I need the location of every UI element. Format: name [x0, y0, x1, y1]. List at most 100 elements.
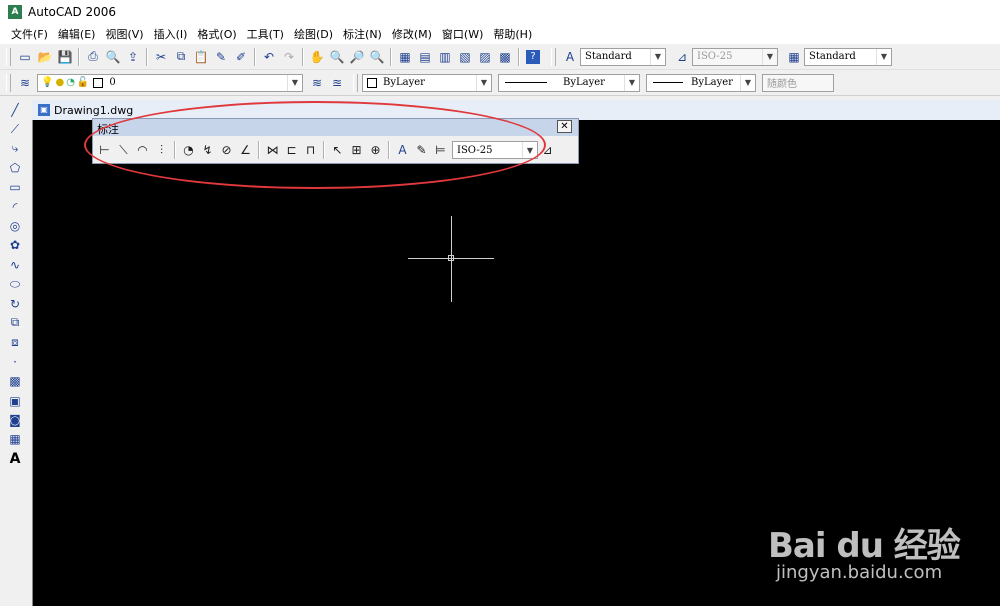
- menu-modify[interactable]: 修改(M): [387, 26, 437, 42]
- point-icon[interactable]: ·: [4, 352, 26, 371]
- line-icon[interactable]: ╱: [4, 100, 26, 119]
- copy-icon[interactable]: ⧉: [171, 47, 191, 67]
- make-layer-current-icon[interactable]: ≋: [307, 73, 327, 93]
- construction-line-icon[interactable]: ⟋: [4, 119, 26, 138]
- standard-toolbar: ▭ 📂 💾 ⎙ 🔍 ⇪ ✂ ⧉ 📋 ✎ ✐ ↶ ↷ ✋ 🔍 🔎 🔍 ▦ ▤ ▥ …: [0, 44, 1000, 70]
- toolbar-grip[interactable]: [6, 47, 11, 66]
- region-icon[interactable]: ◙: [4, 410, 26, 429]
- table-style-icon: ▦: [788, 49, 800, 64]
- menu-window[interactable]: 窗口(W): [437, 26, 488, 42]
- design-center-icon[interactable]: ▤: [415, 47, 435, 67]
- menu-edit[interactable]: 编辑(E): [53, 26, 101, 42]
- table-style-value: Standard: [809, 51, 856, 62]
- layer-previous-icon[interactable]: ≊: [327, 73, 347, 93]
- help-icon[interactable]: ?: [526, 49, 540, 64]
- text-style-value: Standard: [585, 51, 632, 62]
- chevron-down-icon[interactable]: ▼: [876, 48, 891, 65]
- plotstyle-combo[interactable]: 随颜色: [762, 73, 834, 92]
- layer-manager-icon[interactable]: ≋: [15, 73, 35, 93]
- zoom-realtime-icon[interactable]: 🔍: [327, 47, 347, 67]
- annotation-ellipse: [84, 101, 546, 189]
- menu-view[interactable]: 视图(V): [100, 26, 148, 42]
- chevron-down-icon[interactable]: ▼: [476, 74, 491, 91]
- hatch-icon[interactable]: ▩: [4, 371, 26, 390]
- close-icon[interactable]: ✕: [557, 120, 572, 133]
- pan-icon[interactable]: ✋: [307, 47, 327, 67]
- arc-icon[interactable]: ◜: [4, 197, 26, 216]
- lock-icon[interactable]: 🔓: [77, 77, 89, 88]
- markup-icon[interactable]: ▨: [475, 47, 495, 67]
- table-style-combo[interactable]: Standard ▼: [804, 47, 892, 66]
- menu-file[interactable]: 文件(F): [6, 26, 53, 42]
- plot-icon[interactable]: ⎙: [83, 47, 103, 67]
- rectangle-icon[interactable]: ▭: [4, 178, 26, 197]
- sheet-set-icon[interactable]: ▧: [455, 47, 475, 67]
- ellipse-arc-icon[interactable]: ↻: [4, 294, 26, 313]
- chevron-down-icon[interactable]: ▼: [650, 48, 665, 65]
- chevron-down-icon[interactable]: ▼: [624, 74, 639, 91]
- cut-icon[interactable]: ✂: [151, 47, 171, 67]
- freeze-viewport-icon[interactable]: ◔: [66, 77, 75, 88]
- toolbar-grip[interactable]: [353, 73, 358, 92]
- lineweight-sample: [653, 82, 683, 83]
- color-combo[interactable]: ByLayer ▼: [362, 73, 492, 92]
- properties-icon[interactable]: ▦: [395, 47, 415, 67]
- linetype-combo[interactable]: ByLayer ▼: [498, 73, 640, 92]
- menu-dimension[interactable]: 标注(N): [338, 26, 387, 42]
- redo-icon[interactable]: ↷: [279, 47, 299, 67]
- menu-draw[interactable]: 绘图(D): [289, 26, 338, 42]
- calculator-icon[interactable]: ▩: [495, 47, 515, 67]
- tool-palettes-icon[interactable]: ▥: [435, 47, 455, 67]
- linetype-sample: [505, 82, 547, 83]
- chevron-down-icon[interactable]: ▼: [287, 74, 302, 91]
- menu-insert[interactable]: 插入(I): [149, 26, 193, 42]
- insert-block-icon[interactable]: ⧉: [4, 313, 26, 332]
- match-properties-icon[interactable]: ✎: [211, 47, 231, 67]
- lightbulb-icon[interactable]: 💡: [41, 77, 53, 88]
- toolbar-grip[interactable]: [551, 47, 556, 66]
- open-file-icon[interactable]: 📂: [35, 47, 55, 67]
- menu-tools[interactable]: 工具(T): [242, 26, 289, 42]
- zoom-window-icon[interactable]: 🔎: [347, 47, 367, 67]
- undo-icon[interactable]: ↶: [259, 47, 279, 67]
- gradient-icon[interactable]: ▣: [4, 391, 26, 410]
- chevron-down-icon[interactable]: ▼: [740, 74, 755, 91]
- circle-icon[interactable]: ◎: [4, 216, 26, 235]
- zoom-previous-icon[interactable]: 🔍: [367, 47, 387, 67]
- lineweight-value: ByLayer: [691, 77, 733, 88]
- draw-toolbar: ╱ ⟋ ⤷ ⬠ ▭ ◜ ◎ ✿ ∿ ⬭ ↻ ⧉ ⧈ · ▩ ▣ ◙ ▦ A: [4, 100, 26, 480]
- dim-style-icon: ⊿: [676, 49, 688, 64]
- baidu-watermark-logo: Bai du 经验: [768, 526, 961, 566]
- toolbar-grip[interactable]: [6, 73, 11, 92]
- menu-format[interactable]: 格式(O): [192, 26, 241, 42]
- publish-icon[interactable]: ⇪: [123, 47, 143, 67]
- ellipse-icon[interactable]: ⬭: [4, 275, 26, 294]
- menu-bar: 文件(F) 编辑(E) 视图(V) 插入(I) 格式(O) 工具(T) 绘图(D…: [0, 24, 1000, 44]
- polygon-icon[interactable]: ⬠: [4, 158, 26, 177]
- sun-icon[interactable]: ●: [55, 77, 64, 88]
- menu-help[interactable]: 帮助(H): [488, 26, 537, 42]
- separator: [390, 47, 392, 66]
- table-icon[interactable]: ▦: [4, 430, 26, 449]
- save-icon[interactable]: 💾: [55, 47, 75, 67]
- polyline-icon[interactable]: ⤷: [4, 139, 26, 158]
- lineweight-combo[interactable]: ByLayer ▼: [646, 73, 756, 92]
- layers-toolbar: ≋ 💡 ● ◔ 🔓 0 ▼ ≋ ≊ ByLayer ▼ ByLayer ▼ By…: [0, 70, 1000, 96]
- layer-combo[interactable]: 💡 ● ◔ 🔓 0 ▼: [37, 73, 303, 92]
- new-file-icon[interactable]: ▭: [15, 47, 35, 67]
- revision-cloud-icon[interactable]: ✿: [4, 236, 26, 255]
- spline-icon[interactable]: ∿: [4, 255, 26, 274]
- make-block-icon[interactable]: ⧈: [4, 333, 26, 352]
- plot-preview-icon[interactable]: 🔍: [103, 47, 123, 67]
- multiline-text-icon[interactable]: A: [4, 449, 26, 468]
- block-editor-icon[interactable]: ✐: [231, 47, 251, 67]
- text-style-combo[interactable]: Standard ▼: [580, 47, 666, 66]
- drawing-file-icon: ▣: [38, 104, 50, 116]
- paste-icon[interactable]: 📋: [191, 47, 211, 67]
- layer-value: 0: [109, 77, 116, 88]
- dim-style-combo[interactable]: ISO-25 ▼: [692, 47, 778, 66]
- linetype-value: ByLayer: [563, 77, 605, 88]
- separator: [518, 47, 520, 66]
- chevron-down-icon[interactable]: ▼: [762, 48, 777, 65]
- layer-color-swatch: [93, 77, 104, 88]
